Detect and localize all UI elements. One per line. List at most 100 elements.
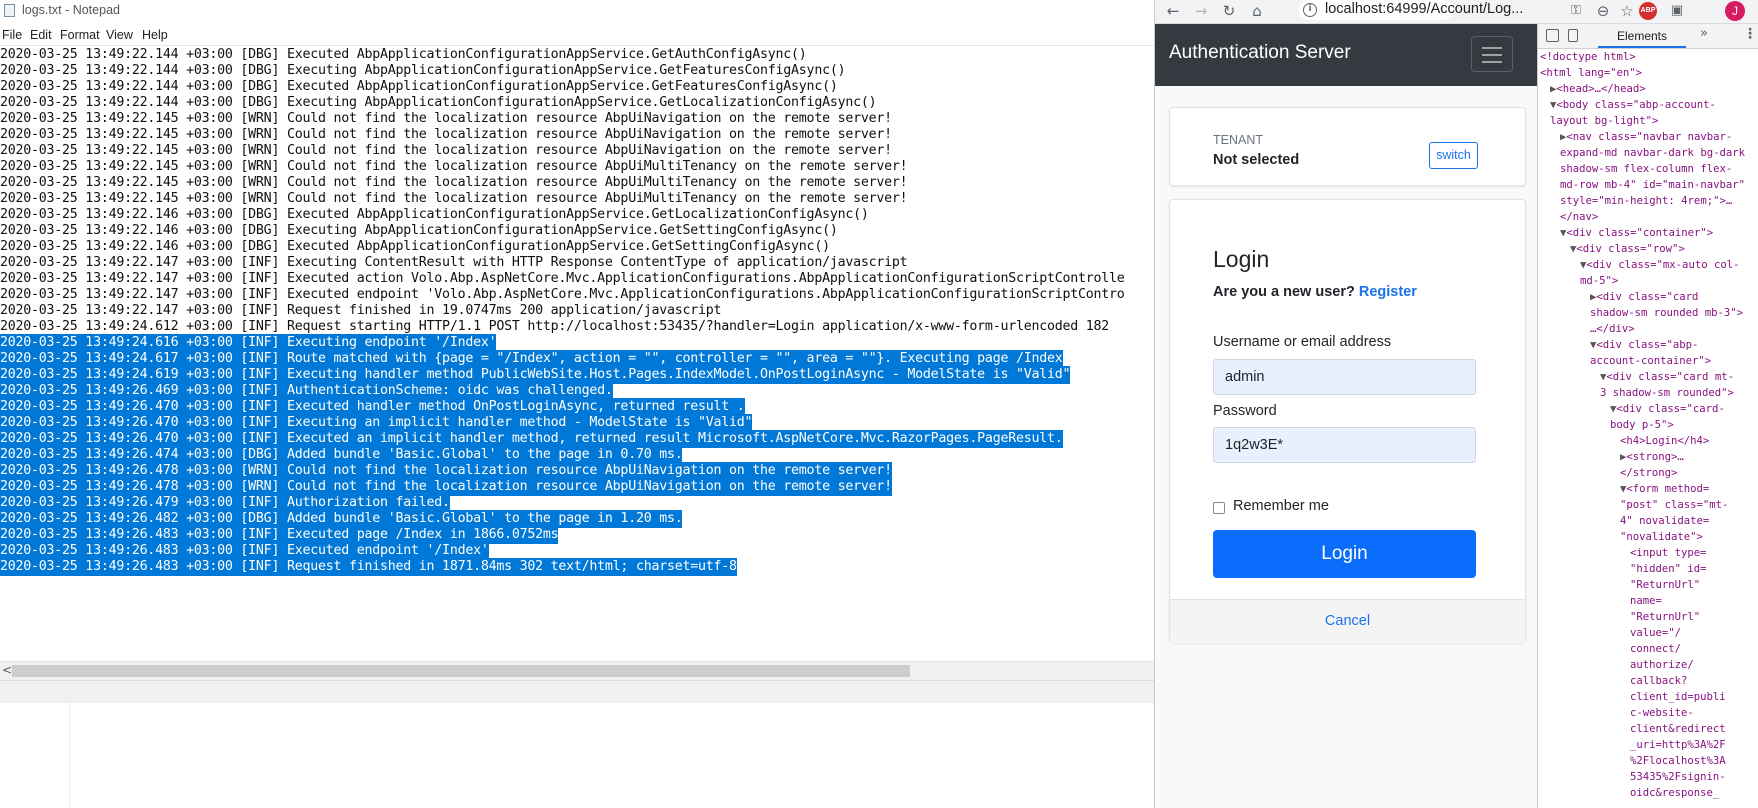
tab-elements[interactable]: Elements bbox=[1598, 24, 1686, 48]
zoom-icon[interactable]: ⊖ bbox=[1592, 0, 1614, 22]
log-line[interactable]: 2020-03-25 13:49:26.483 +03:00 [INF] Req… bbox=[0, 558, 737, 576]
navbar: Authentication Server bbox=[1155, 24, 1537, 86]
dom-node-line[interactable]: ▼<form method= bbox=[1620, 481, 1709, 497]
dom-node-text: …</div> bbox=[1590, 323, 1635, 335]
dom-node-line[interactable]: account-container"> bbox=[1590, 353, 1711, 369]
dom-node-line[interactable]: </strong> bbox=[1620, 465, 1677, 481]
adblock-icon[interactable]: ABP bbox=[1639, 2, 1657, 20]
switch-tenant-button[interactable]: switch bbox=[1429, 142, 1478, 169]
dom-node-line[interactable]: "post" class="mt- bbox=[1620, 497, 1728, 513]
menu-help[interactable]: Help bbox=[142, 28, 168, 42]
dom-node-line[interactable]: ▼<div class="mx-auto col- bbox=[1580, 257, 1739, 273]
dom-node-line[interactable]: client&redirect bbox=[1630, 721, 1726, 737]
login-button[interactable]: Login bbox=[1213, 530, 1476, 578]
menu-format[interactable]: Format bbox=[60, 28, 100, 42]
back-icon[interactable]: ← bbox=[1162, 0, 1184, 22]
info-icon[interactable]: i bbox=[1303, 3, 1317, 17]
dom-node-line[interactable]: "novalidate"> bbox=[1620, 529, 1703, 545]
dom-node-text: body p-5"> bbox=[1610, 419, 1674, 431]
dom-node-line[interactable]: name= bbox=[1630, 593, 1662, 609]
dom-node-text: shadow-sm flex-column flex- bbox=[1560, 163, 1733, 175]
dom-node-line[interactable]: %2Flocalhost%3A bbox=[1630, 753, 1726, 769]
devtools-menu-icon[interactable]: ⋮ bbox=[1743, 26, 1757, 42]
dom-node-line[interactable]: ▼<body class="abp-account- bbox=[1550, 97, 1716, 113]
dom-node-line[interactable]: shadow-sm rounded mb-3"> bbox=[1590, 305, 1743, 321]
dom-node-line[interactable]: ▶<nav class="navbar navbar- bbox=[1560, 129, 1732, 145]
dom-node-line[interactable]: </nav> bbox=[1560, 209, 1598, 225]
reload-icon[interactable]: ↻ bbox=[1218, 0, 1240, 22]
dom-node-line[interactable]: authorize/ bbox=[1630, 657, 1694, 673]
dom-node-line[interactable]: callback? bbox=[1630, 673, 1687, 689]
dom-node-line[interactable]: ▼<div class="card mt- bbox=[1600, 369, 1734, 385]
horizontal-scrollbar[interactable]: < bbox=[0, 661, 1154, 680]
dom-node-line[interactable]: connect/ bbox=[1630, 641, 1681, 657]
text-editor-area[interactable]: 2020-03-25 13:49:22.144 +03:00 [DBG] Exe… bbox=[0, 45, 1154, 658]
dom-node-line[interactable]: ▶<div class="card bbox=[1590, 289, 1698, 305]
avatar-icon[interactable]: J bbox=[1725, 1, 1745, 21]
dom-node-line[interactable]: _uri=http%3A%2F bbox=[1630, 737, 1726, 753]
more-tabs-icon[interactable]: » bbox=[1700, 26, 1708, 41]
menu-file[interactable]: File bbox=[2, 28, 22, 42]
dom-node-line[interactable]: ▼<div class="card- bbox=[1610, 401, 1725, 417]
address-bar[interactable]: i localhost:64999/Account/Log... bbox=[1299, 0, 1523, 20]
register-link[interactable]: Register bbox=[1359, 284, 1417, 300]
menu-edit[interactable]: Edit bbox=[30, 28, 52, 42]
dom-node-text: 3 shadow-sm rounded"> bbox=[1600, 387, 1734, 399]
dom-node-line[interactable]: style="min-height: 4rem;">… bbox=[1560, 193, 1732, 209]
dom-node-line[interactable]: <input type= bbox=[1630, 545, 1707, 561]
dom-node-line[interactable]: value="/ bbox=[1630, 625, 1681, 641]
navbar-toggler-icon[interactable] bbox=[1471, 36, 1513, 72]
dom-node-line[interactable]: oidc&response_ bbox=[1630, 785, 1719, 801]
dom-node-line[interactable]: ▼<div class="container"> bbox=[1560, 225, 1713, 241]
dom-node-line[interactable]: "ReturnUrl" bbox=[1630, 577, 1700, 593]
menu-view[interactable]: View bbox=[106, 28, 133, 42]
dom-node-line[interactable]: layout bg-light"> bbox=[1550, 113, 1658, 129]
forward-icon[interactable]: → bbox=[1190, 0, 1212, 22]
dom-node-line[interactable]: ▶<head>…</head> bbox=[1550, 81, 1646, 97]
key-icon[interactable]: ⚿ bbox=[1565, 0, 1587, 22]
dom-node-text: <div class="card mt- bbox=[1606, 371, 1734, 383]
star-icon[interactable]: ☆ bbox=[1616, 0, 1638, 22]
username-input[interactable]: admin bbox=[1213, 359, 1476, 395]
dom-node-line[interactable]: c-website- bbox=[1630, 705, 1694, 721]
dom-node-text: 4" novalidate= bbox=[1620, 515, 1710, 527]
dom-node-line[interactable]: body p-5"> bbox=[1610, 417, 1674, 433]
dom-node-text: <head>…</head> bbox=[1556, 83, 1646, 95]
dom-node-line[interactable]: md-row mb-4" id="main-navbar" bbox=[1560, 177, 1745, 193]
dom-node-line[interactable]: …</div> bbox=[1590, 321, 1635, 337]
dom-node-line[interactable]: 53435%2Fsignin- bbox=[1630, 769, 1726, 785]
login-title: Login bbox=[1213, 246, 1270, 272]
dom-node-line[interactable]: <html lang="en"> bbox=[1540, 65, 1642, 81]
window-title: logs.txt - Notepad bbox=[22, 3, 120, 17]
remember-me-checkbox[interactable] bbox=[1213, 502, 1225, 514]
dom-node-line[interactable]: shadow-sm flex-column flex- bbox=[1560, 161, 1732, 177]
scroll-thumb[interactable] bbox=[12, 665, 910, 677]
dom-node-line[interactable]: expand-md navbar-dark bg-dark bbox=[1560, 145, 1745, 161]
inspect-icon[interactable] bbox=[1546, 29, 1559, 42]
device-toolbar-icon[interactable] bbox=[1568, 29, 1578, 42]
dom-node-text: expand-md navbar-dark bg-dark bbox=[1560, 147, 1745, 159]
dom-node-line[interactable]: 3 shadow-sm rounded"> bbox=[1600, 385, 1734, 401]
page-viewport: Authentication Server TENANT Not selecte… bbox=[1155, 24, 1538, 808]
dom-node-line[interactable]: <h4>Login</h4> bbox=[1620, 433, 1709, 449]
password-input[interactable]: 1q2w3E* bbox=[1213, 427, 1476, 463]
url-text[interactable]: localhost:64999/Account/Log... bbox=[1325, 1, 1523, 17]
dom-node-line[interactable]: client_id=publi bbox=[1630, 689, 1726, 705]
scroll-left-arrow[interactable]: < bbox=[2, 663, 12, 677]
notepad-window: logs.txt - Notepad File Edit Format View… bbox=[0, 0, 1154, 808]
home-icon[interactable]: ⌂ bbox=[1246, 0, 1268, 22]
dom-node-line[interactable]: "ReturnUrl" bbox=[1630, 609, 1700, 625]
divider bbox=[69, 703, 70, 808]
dom-node-text: shadow-sm rounded mb-3"> bbox=[1590, 307, 1744, 319]
dom-node-line[interactable]: ▶<strong>… bbox=[1620, 449, 1684, 465]
dom-node-line[interactable]: 4" novalidate= bbox=[1620, 513, 1709, 529]
dom-node-line[interactable]: "hidden" id= bbox=[1630, 561, 1707, 577]
dom-node-line[interactable]: ▼<div class="row"> bbox=[1570, 241, 1685, 257]
extension-icon[interactable]: ▣ bbox=[1666, 0, 1688, 22]
dom-node-line[interactable]: <!doctype html> bbox=[1540, 49, 1636, 65]
dom-node-line[interactable]: md-5"> bbox=[1580, 273, 1618, 289]
dom-node-line[interactable]: ▼<div class="abp- bbox=[1590, 337, 1698, 353]
navbar-brand[interactable]: Authentication Server bbox=[1169, 42, 1351, 64]
cancel-link[interactable]: Cancel bbox=[1170, 613, 1525, 629]
remember-me-label[interactable]: Remember me bbox=[1233, 498, 1329, 514]
